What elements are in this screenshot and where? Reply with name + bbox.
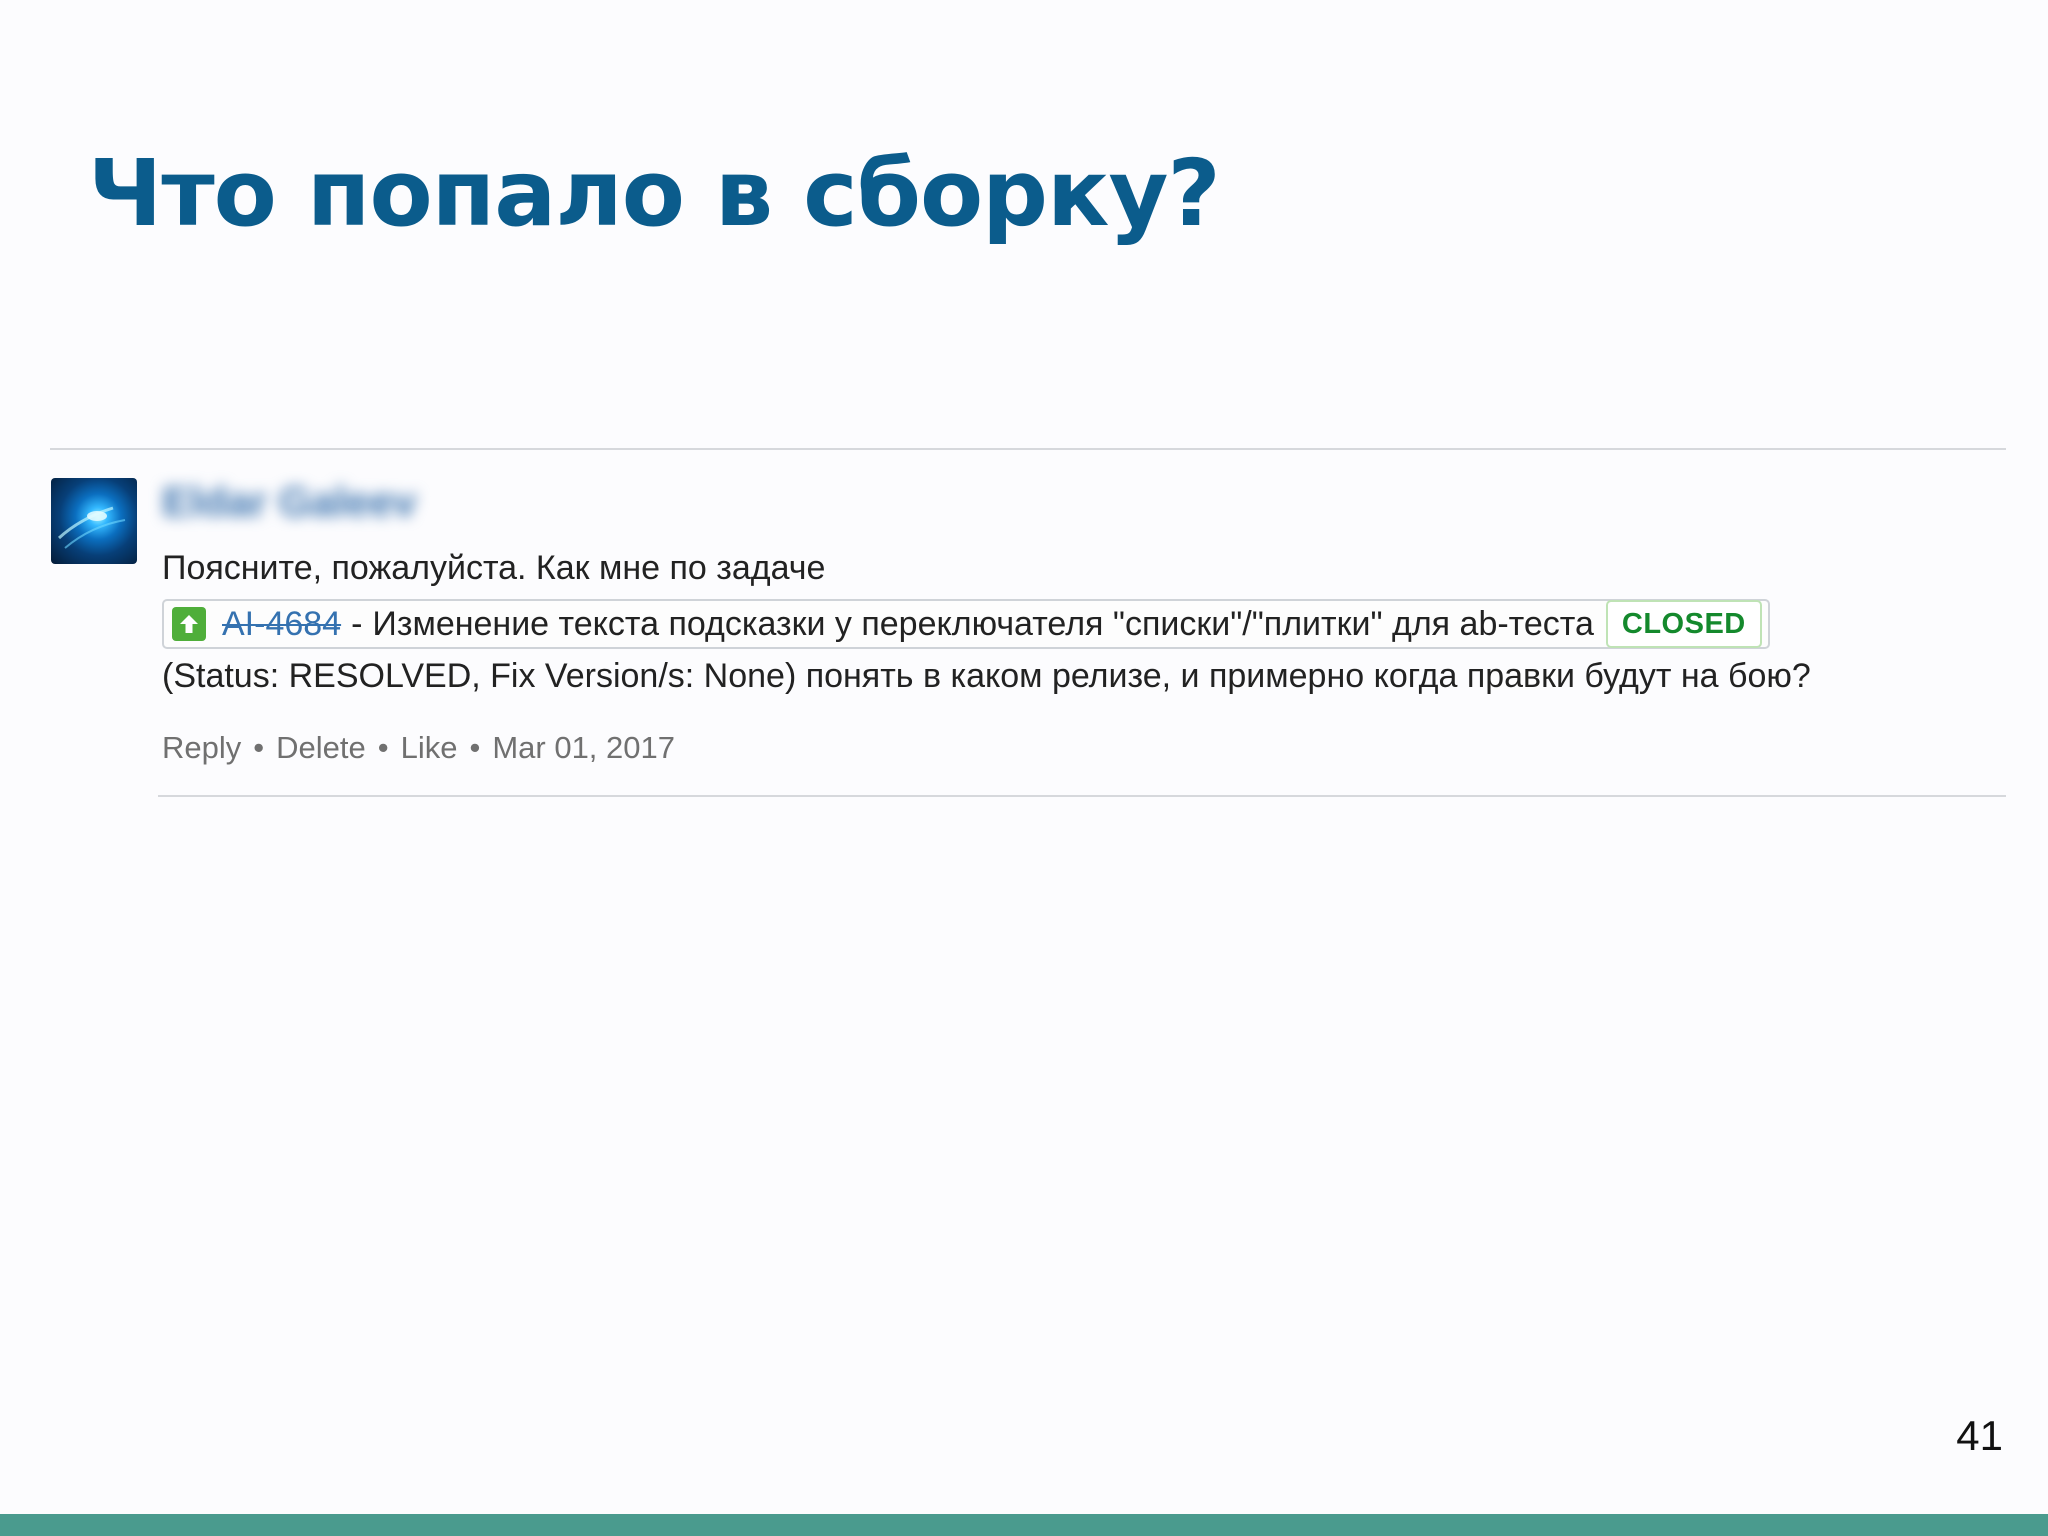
divider-bottom — [158, 795, 2006, 797]
action-separator: • — [377, 730, 389, 765]
slide-title: Что попало в сборку? — [88, 140, 1221, 247]
comment-author[interactable]: Eldar Galeev — [162, 478, 416, 526]
page-number: 41 — [1956, 1412, 2003, 1459]
divider-top — [50, 448, 2006, 450]
issue-separator: - — [351, 605, 363, 644]
comment-date[interactable]: Mar 01, 2017 — [492, 730, 675, 765]
jira-issue-macro[interactable]: AI-4684 - Изменение текста подсказки у п… — [162, 597, 1770, 651]
comment-line-2: AI-4684 - Изменение текста подсказки у п… — [162, 595, 1811, 651]
action-separator: • — [469, 730, 481, 765]
status-badge: CLOSED — [1605, 600, 1762, 649]
action-separator: • — [253, 730, 265, 765]
delete-link[interactable]: Delete — [276, 730, 366, 765]
comment-line-3: (Status: RESOLVED, Fix Version/s: None) … — [162, 657, 1811, 696]
comment-line-1: Поясните, пожалуйста. Как мне по задаче — [162, 549, 826, 587]
arrow-up-icon — [172, 607, 206, 642]
comment-actions: Reply • Delete • Like • Mar 01, 2017 — [162, 730, 675, 766]
issue-key-link[interactable]: AI-4684 — [222, 597, 341, 651]
issue-summary: Изменение текста подсказки у переключате… — [372, 605, 1594, 644]
footer-bar — [0, 1514, 2048, 1536]
comment-body: Поясните, пожалуйста. Как мне по задаче … — [162, 541, 1811, 703]
avatar-image-icon — [57, 506, 126, 549]
avatar[interactable] — [51, 478, 137, 564]
reply-link[interactable]: Reply — [162, 730, 241, 765]
like-link[interactable]: Like — [401, 730, 458, 765]
